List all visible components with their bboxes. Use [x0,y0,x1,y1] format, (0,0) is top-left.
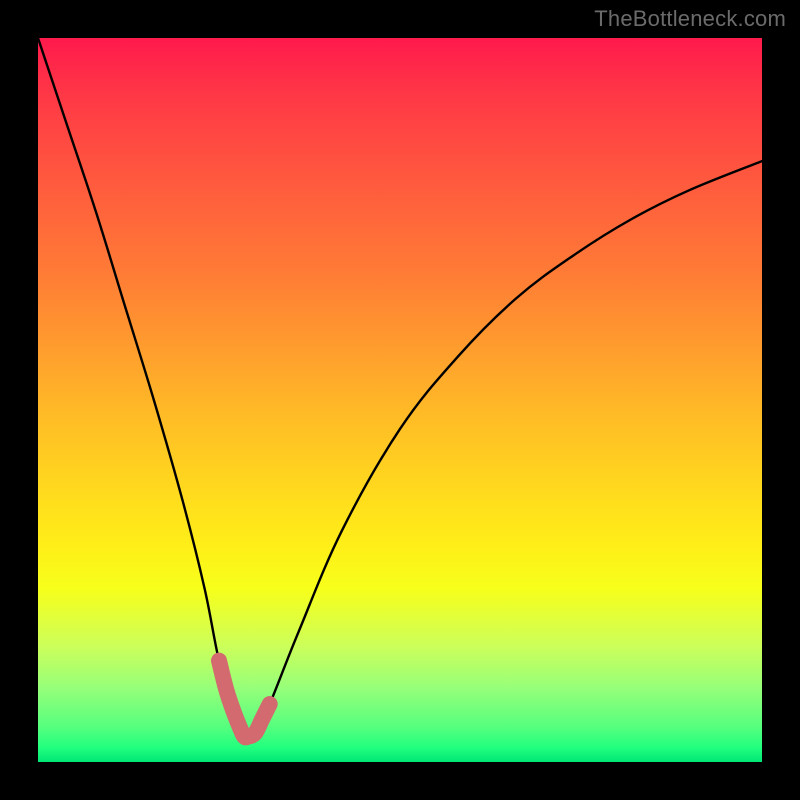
plot-area [38,38,762,762]
watermark-text: TheBottleneck.com [594,6,786,32]
optimal-marker [219,661,270,738]
curve-layer [38,38,762,762]
chart-frame: TheBottleneck.com [0,0,800,800]
bottleneck-curve [38,38,762,739]
